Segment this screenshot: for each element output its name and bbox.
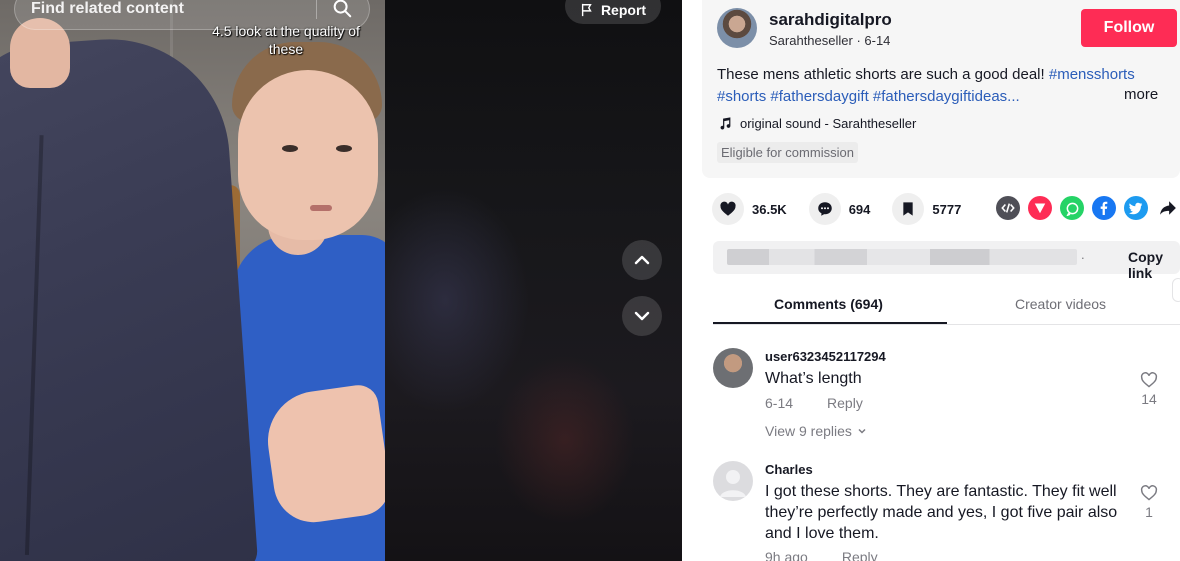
embed-button[interactable] bbox=[996, 196, 1020, 220]
author-subline: Sarahtheseller · 6-14 bbox=[769, 33, 891, 48]
report-label: Report bbox=[600, 2, 647, 18]
tab-comments[interactable]: Comments (694) bbox=[774, 296, 883, 312]
author-username[interactable]: sarahdigitalpro bbox=[769, 10, 892, 30]
commenter-username[interactable]: user6323452117294 bbox=[765, 349, 886, 364]
description-text: These mens athletic shorts are such a go… bbox=[717, 66, 1049, 83]
post-description: These mens athletic shorts are such a go… bbox=[717, 64, 1179, 108]
commenter-avatar[interactable] bbox=[713, 348, 753, 388]
video-frame[interactable]: 4.5 look at the quality of these bbox=[0, 0, 385, 561]
comment-meta: 6-14 Reply bbox=[765, 395, 863, 411]
comment-item: Charles I got these shorts. They are fan… bbox=[713, 461, 1180, 561]
search-icon bbox=[333, 0, 352, 18]
panel-scroll-handle[interactable] bbox=[1172, 278, 1180, 302]
save-button[interactable]: 5777 bbox=[892, 193, 961, 225]
share-options bbox=[996, 196, 1180, 220]
previous-video-button[interactable] bbox=[622, 240, 662, 280]
copy-link-button[interactable]: Copy link bbox=[1128, 249, 1180, 281]
heart-icon bbox=[720, 201, 736, 216]
held-garment bbox=[0, 31, 259, 561]
music-note-icon bbox=[720, 117, 731, 130]
more-share-button[interactable] bbox=[1156, 196, 1180, 220]
details-panel: sarahdigitalpro Sarahtheseller · 6-14 Fo… bbox=[682, 0, 1180, 561]
embed-icon bbox=[1001, 203, 1015, 213]
more-button[interactable]: more bbox=[1124, 86, 1158, 103]
commission-badge: Eligible for commission bbox=[717, 142, 858, 163]
comment-icon bbox=[817, 202, 832, 216]
bookmark-icon bbox=[903, 202, 914, 216]
hashtag-link[interactable]: #mensshorts bbox=[1049, 66, 1135, 83]
commenter-username[interactable]: Charles bbox=[765, 462, 813, 477]
twitter-button[interactable] bbox=[1124, 196, 1148, 220]
comment-like-button[interactable]: 14 bbox=[1138, 372, 1160, 407]
tab-creator-videos[interactable]: Creator videos bbox=[1015, 296, 1106, 312]
heart-outline-icon bbox=[1140, 372, 1158, 388]
whatsapp-icon bbox=[1066, 202, 1078, 216]
facebook-button[interactable] bbox=[1092, 196, 1116, 220]
comment-text: I got these shorts. They are fantastic. … bbox=[765, 483, 1118, 542]
view-replies-label: View 9 replies bbox=[765, 423, 852, 439]
author-avatar[interactable] bbox=[717, 8, 757, 48]
chevron-down-icon bbox=[858, 428, 866, 434]
comment-count: 694 bbox=[848, 201, 871, 217]
video-player-area[interactable]: 4.5 look at the quality of these Report bbox=[0, 0, 682, 561]
music-link[interactable]: original sound - Sarahtheseller bbox=[719, 116, 916, 131]
music-label: original sound - Sarahtheseller bbox=[740, 116, 917, 131]
whatsapp-button[interactable] bbox=[1060, 196, 1084, 220]
view-replies-button[interactable]: View 9 replies bbox=[765, 423, 868, 439]
reply-button[interactable]: Reply bbox=[842, 549, 878, 561]
comment-like-button[interactable]: 1 bbox=[1138, 485, 1160, 520]
share-arrow-icon bbox=[1160, 201, 1176, 215]
search-input[interactable] bbox=[31, 0, 311, 18]
like-count: 36.5K bbox=[752, 201, 787, 217]
content-tabs: Comments (694) Creator videos bbox=[713, 286, 1180, 325]
video-link-box[interactable]: . Copy link bbox=[713, 241, 1180, 281]
search-bar[interactable] bbox=[14, 0, 370, 30]
reply-button[interactable]: Reply bbox=[827, 395, 863, 411]
comment-like-count: 14 bbox=[1141, 391, 1157, 407]
send-to-friends-icon bbox=[1034, 203, 1046, 214]
send-to-friends-button[interactable] bbox=[1028, 196, 1052, 220]
comment-meta: 9h ago Reply bbox=[765, 549, 878, 561]
save-count: 5777 bbox=[932, 201, 962, 217]
engagement-stats: 36.5K 694 5777 bbox=[712, 193, 983, 225]
report-button[interactable]: Report bbox=[565, 0, 661, 24]
heart-outline-icon bbox=[1140, 485, 1158, 501]
next-video-button[interactable] bbox=[622, 296, 662, 336]
tiktok-video-page: 4.5 look at the quality of these Report … bbox=[0, 0, 1180, 561]
url-ellipsis: . bbox=[1081, 247, 1085, 262]
chevron-up-icon bbox=[634, 255, 650, 265]
active-tab-indicator bbox=[713, 322, 947, 324]
blurred-background bbox=[385, 0, 682, 561]
facebook-icon bbox=[1100, 201, 1108, 215]
comment-button[interactable]: 694 bbox=[808, 193, 871, 225]
comment-item: user6323452117294 What’s length 6-14 Rep… bbox=[713, 348, 1180, 448]
comment-date: 9h ago bbox=[765, 549, 808, 561]
person-face bbox=[238, 70, 378, 240]
like-button[interactable]: 36.5K bbox=[712, 193, 787, 225]
hashtag-links[interactable]: #shorts #fathersdaygift #fathersdaygifti… bbox=[717, 88, 1020, 105]
commenter-avatar[interactable] bbox=[713, 461, 753, 501]
default-avatar-icon bbox=[720, 470, 746, 497]
flag-icon bbox=[581, 3, 592, 17]
comment-date: 6-14 bbox=[765, 395, 794, 411]
comment-text: What’s length bbox=[765, 370, 862, 387]
video-url-blurred bbox=[727, 249, 1077, 265]
twitter-icon bbox=[1129, 202, 1143, 215]
search-button[interactable] bbox=[325, 0, 359, 23]
follow-button[interactable]: Follow bbox=[1081, 9, 1177, 47]
comment-like-count: 1 bbox=[1145, 504, 1153, 520]
chevron-down-icon bbox=[634, 311, 650, 321]
